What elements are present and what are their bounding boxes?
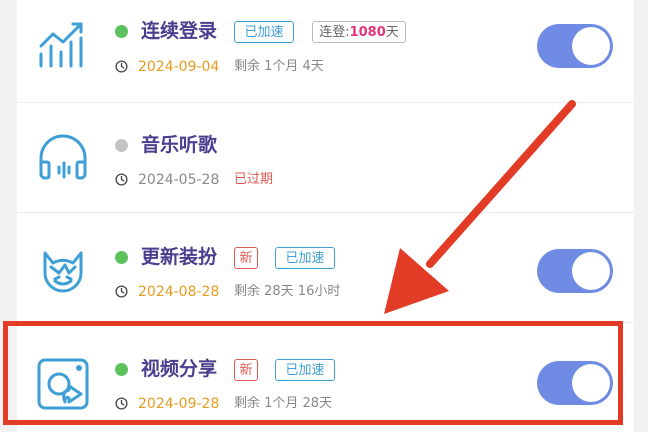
new-badge: 新 <box>234 247 258 269</box>
clock-icon <box>115 173 128 186</box>
enable-toggle[interactable] <box>537 249 613 293</box>
toggle-knob <box>572 27 610 65</box>
clock-icon <box>115 397 128 410</box>
streak-suffix: 天 <box>385 25 399 40</box>
enable-toggle[interactable] <box>537 361 613 405</box>
toggle-knob <box>572 252 610 290</box>
remaining-time: 剩余 1个月 28天 <box>234 396 333 411</box>
status-dot-active <box>115 25 128 38</box>
streak-badge: 连登:1080天 <box>312 21 406 43</box>
expiry-date: 2024-09-28 <box>138 396 220 412</box>
list-item: 视频分享 新 已加速 2024-09-28 剩余 1个月 28天 <box>17 322 634 433</box>
clock-icon <box>115 285 128 298</box>
expiry-date: 2024-08-28 <box>138 284 220 300</box>
streak-prefix: 连登: <box>319 25 350 40</box>
enable-toggle[interactable] <box>537 24 613 68</box>
status-dot-active <box>115 251 128 264</box>
remaining-time: 剩余 1个月 4天 <box>234 59 324 74</box>
status-dot-inactive <box>115 139 128 152</box>
item-title: 连续登录 <box>141 20 218 42</box>
expiry-date: 2024-09-04 <box>138 59 220 75</box>
privilege-list: 连续登录 已加速 连登:1080天 2024-09-04 剩余 1个月 4天 音… <box>17 0 634 432</box>
toggle-knob <box>572 364 610 402</box>
speed-badge: 已加速 <box>275 359 335 381</box>
new-badge: 新 <box>234 359 258 381</box>
list-item: 连续登录 已加速 连登:1080天 2024-09-04 剩余 1个月 4天 <box>17 0 634 102</box>
speed-badge: 已加速 <box>275 247 335 269</box>
list-item: 音乐听歌 2024-05-28 已过期 <box>17 102 634 213</box>
speed-badge: 已加速 <box>234 21 294 43</box>
status-dot-active <box>115 363 128 376</box>
expiry-date: 2024-05-28 <box>138 172 220 188</box>
expired-label: 已过期 <box>234 172 274 187</box>
left-page-edge <box>0 0 17 432</box>
chart-trend-icon <box>35 14 91 70</box>
item-title: 更新装扮 <box>141 246 218 268</box>
item-title: 视频分享 <box>141 358 218 380</box>
streak-value: 1080 <box>349 25 386 40</box>
clock-icon <box>115 60 128 73</box>
list-item: 更新装扮 新 已加速 2024-08-28 剩余 28天 16小时 <box>17 212 634 323</box>
video-share-icon <box>35 356 91 412</box>
item-title: 音乐听歌 <box>141 134 218 156</box>
cat-avatar-icon <box>35 243 91 299</box>
right-page-edge <box>634 0 648 432</box>
headphones-icon <box>35 130 91 186</box>
remaining-time: 剩余 28天 16小时 <box>234 284 341 299</box>
